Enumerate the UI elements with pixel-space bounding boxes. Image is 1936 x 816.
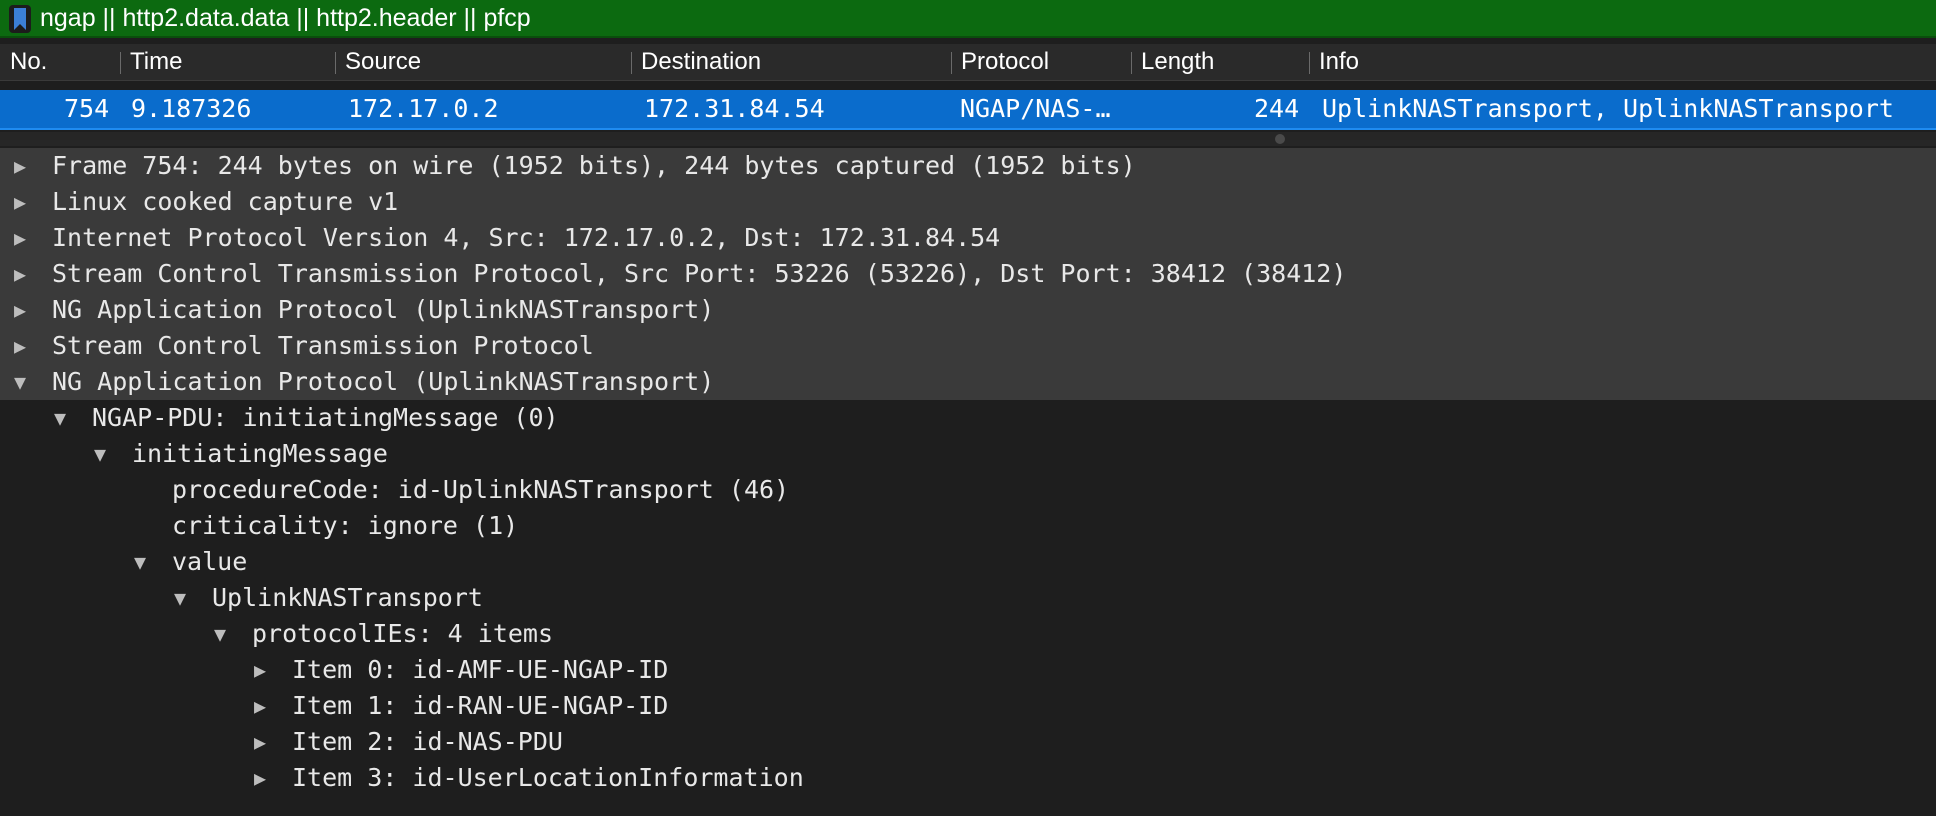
expand-arrow-icon[interactable]: ▶ [14,256,26,292]
tree-item-label: initiatingMessage [132,439,388,468]
packet-time: 9.187326 [131,94,252,123]
tree-item[interactable]: ▶ Item 3: id-UserLocationInformation [0,760,1936,796]
tree-item[interactable]: ▼ protocolIEs: 4 items [0,616,1936,652]
collapse-arrow-icon[interactable]: ▼ [174,580,186,616]
column-header-destination[interactable]: Destination [631,44,951,80]
tree-item[interactable]: ▼ value [0,544,1936,580]
collapse-arrow-icon[interactable]: ▼ [134,544,146,580]
tree-item[interactable]: ▶ Frame 754: 244 bytes on wire (1952 bits… [0,148,1936,184]
tree-item[interactable]: ▶ Item 2: id-NAS-PDU [0,724,1936,760]
tree-item[interactable]: ▼ NG Application Protocol (UplinkNASTrans… [0,364,1936,400]
packet-destination: 172.31.84.54 [644,94,825,123]
column-header-time[interactable]: Time [120,44,335,80]
display-filter-input[interactable] [40,0,1920,36]
tree-item-label: value [172,547,248,576]
expand-arrow-icon[interactable]: ▶ [14,292,26,328]
expand-arrow-icon[interactable]: ▶ [254,760,266,796]
tree-item-label: Frame 754: 244 bytes on wire (1952 bits)… [52,151,1136,180]
tree-item[interactable]: criticality: ignore (1) [0,508,1936,544]
expand-arrow-icon[interactable]: ▶ [14,184,26,220]
tree-item-label: Item 1: id-RAN-UE-NGAP-ID [292,691,669,720]
tree-item[interactable]: ▶ Item 0: id-AMF-UE-NGAP-ID [0,652,1936,688]
packet-no: 754 [64,94,110,123]
display-filter-bar [0,0,1936,38]
tree-item[interactable]: ▼ initiatingMessage [0,436,1936,472]
collapse-arrow-icon[interactable]: ▼ [14,364,26,400]
column-header-no[interactable]: No. [0,44,120,80]
tree-item-label: criticality: ignore (1) [172,511,519,540]
expand-arrow-icon[interactable]: ▶ [14,328,26,364]
tree-item[interactable]: ▶ Stream Control Transmission Protocol, S… [0,256,1936,292]
collapse-arrow-icon[interactable]: ▼ [214,616,226,652]
expand-arrow-icon[interactable]: ▶ [254,724,266,760]
packet-length: 244 [1254,94,1300,123]
tree-item[interactable]: procedureCode: id-UplinkNASTransport (46… [0,472,1936,508]
expand-arrow-icon[interactable]: ▶ [14,148,26,184]
splitter-handle-icon[interactable] [1275,134,1285,144]
tree-item-label: Item 2: id-NAS-PDU [292,727,563,756]
tree-item[interactable]: ▶ Item 1: id-RAN-UE-NGAP-ID [0,688,1936,724]
tree-item-label: Stream Control Transmission Protocol, Sr… [52,259,1347,288]
packet-list-header: No. Time Source Destination Protocol Len… [0,44,1936,81]
column-header-protocol[interactable]: Protocol [951,44,1131,80]
tree-item-label: procedureCode: id-UplinkNASTransport (46… [172,475,790,504]
column-header-source[interactable]: Source [335,44,631,80]
bookmark-button[interactable] [9,5,31,33]
column-header-length[interactable]: Length [1131,44,1309,80]
column-header-info[interactable]: Info [1309,44,1936,80]
tree-item[interactable]: ▶ NG Application Protocol (UplinkNASTrans… [0,292,1936,328]
expand-arrow-icon[interactable]: ▶ [254,652,266,688]
expand-arrow-icon[interactable]: ▶ [254,688,266,724]
tree-item-label: Internet Protocol Version 4, Src: 172.17… [52,223,1001,252]
tree-item[interactable]: ▶ Linux cooked capture v1 [0,184,1936,220]
packet-row-selected[interactable]: 754 9.187326 172.17.0.2 172.31.84.54 NGA… [0,90,1936,130]
tree-item-label: Stream Control Transmission Protocol [52,331,594,360]
tree-item-label: NGAP-PDU: initiatingMessage (0) [92,403,559,432]
tree-item-label: protocolIEs: 4 items [252,619,554,648]
tree-item-label: UplinkNASTransport [212,583,483,612]
tree-item-label: Item 0: id-AMF-UE-NGAP-ID [292,655,669,684]
tree-item[interactable]: ▶ Internet Protocol Version 4, Src: 172.1… [0,220,1936,256]
expand-arrow-icon[interactable]: ▶ [14,220,26,256]
packet-protocol: NGAP/NAS-… [960,94,1111,123]
collapse-arrow-icon[interactable]: ▼ [94,436,106,472]
tree-item[interactable]: ▼ NGAP-PDU: initiatingMessage (0) [0,400,1936,436]
bookmark-icon [14,8,26,30]
tree-item-label: NG Application Protocol (UplinkNASTransp… [52,367,715,396]
pane-splitter[interactable] [0,132,1936,146]
tree-item[interactable]: ▼ UplinkNASTransport [0,580,1936,616]
packet-source: 172.17.0.2 [348,94,499,123]
tree-item-label: Linux cooked capture v1 [52,187,399,216]
tree-item[interactable]: ▶ Stream Control Transmission Protocol [0,328,1936,364]
tree-item-label: NG Application Protocol (UplinkNASTransp… [52,295,715,324]
packet-info: UplinkNASTransport, UplinkNASTransport [1322,94,1894,123]
tree-item-label: Item 3: id-UserLocationInformation [292,763,804,792]
collapse-arrow-icon[interactable]: ▼ [54,400,66,436]
